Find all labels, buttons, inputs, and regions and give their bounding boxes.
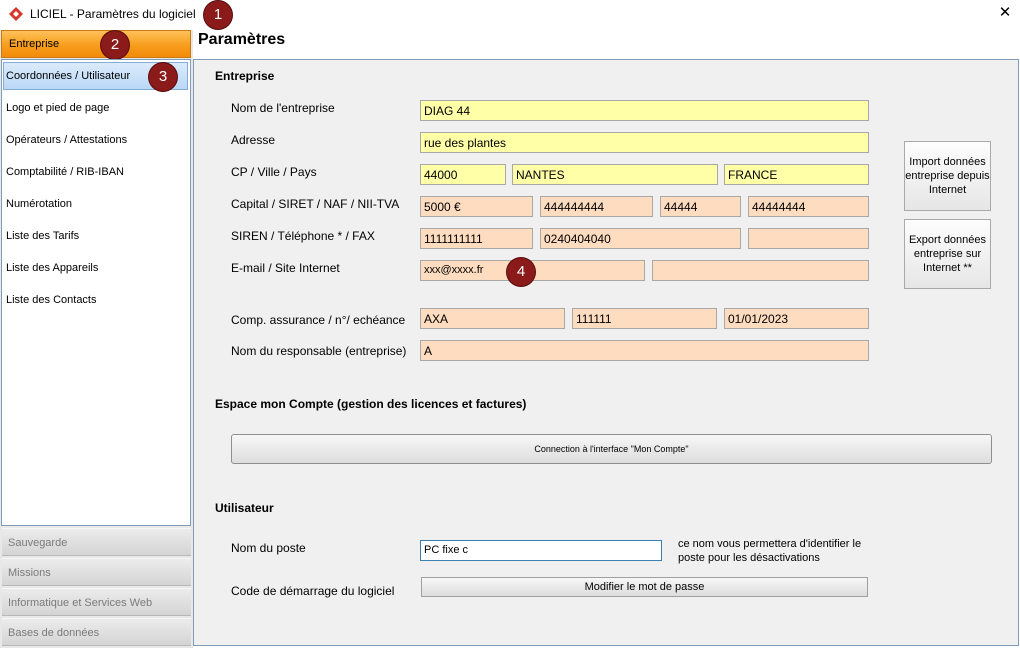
export-company-button[interactable]: Export données entreprise sur Internet *… [904, 219, 991, 289]
window-title: LICIEL - Paramètres du logiciel [30, 7, 196, 21]
label-cp-city-country: CP / Ville / Pays [231, 165, 317, 179]
sidebar-section-sauvegarde[interactable]: Sauvegarde [2, 528, 191, 556]
step-badge: 4 [507, 258, 535, 286]
import-company-button[interactable]: Import données entreprise depuis Interne… [904, 141, 991, 211]
close-icon[interactable]: ✕ [996, 4, 1014, 22]
address-field[interactable]: rue des plantes [420, 132, 869, 153]
capital-field[interactable]: 5000 € [420, 196, 533, 217]
change-password-button[interactable]: Modifier le mot de passe [421, 577, 868, 597]
naf-field[interactable]: 44444 [660, 196, 741, 217]
sidebar-section-entreprise[interactable]: Entreprise [1, 30, 191, 58]
website-field[interactable] [652, 260, 869, 281]
step-badge: 3 [149, 63, 177, 91]
connect-account-button[interactable]: Connection à l'interface "Mon Compte" [231, 434, 992, 464]
company-name-field[interactable]: DIAG 44 [420, 100, 869, 121]
tva-field[interactable]: 44444444 [748, 196, 869, 217]
country-field[interactable]: FRANCE [724, 164, 869, 185]
sidebar-item-logo[interactable]: Logo et pied de page [6, 102, 109, 114]
postal-code-field[interactable]: 44000 [420, 164, 506, 185]
sidebar-nav-panel [1, 59, 191, 526]
insurer-field[interactable]: AXA [420, 308, 565, 329]
sidebar-section-missions[interactable]: Missions [2, 558, 191, 586]
label-insurance: Comp. assurance / n°/ echéance [231, 313, 406, 327]
step-badge: 2 [101, 31, 129, 59]
sidebar-item-comptabilite[interactable]: Comptabilité / RIB-IBAN [6, 166, 124, 178]
section-title-entreprise: Entreprise [215, 69, 275, 83]
sidebar-item-operateurs[interactable]: Opérateurs / Attestations [6, 134, 127, 146]
manager-field[interactable]: A [420, 340, 869, 361]
label-email-website: E-mail / Site Internet [231, 261, 340, 275]
sidebar-item-tarifs[interactable]: Liste des Tarifs [6, 230, 79, 242]
label-company-name: Nom de l'entreprise [231, 101, 335, 115]
expiry-date-field[interactable]: 01/01/2023 [724, 308, 869, 329]
label-address: Adresse [231, 133, 276, 147]
workstation-hint: ce nom vous permettera d'identifier le p… [678, 538, 862, 564]
fax-field[interactable] [748, 228, 869, 249]
step-badge: 1 [204, 1, 232, 29]
workstation-name-input[interactable]: PC fixe c [420, 540, 662, 561]
page-title: Paramètres [198, 31, 286, 48]
sidebar-item-coordonnees[interactable]: Coordonnées / Utilisateur [6, 70, 130, 82]
label-siren-phone-fax: SIREN / Téléphone * / FAX [231, 229, 375, 243]
city-field[interactable]: NANTES [512, 164, 718, 185]
siren-field[interactable]: 1111111111 [420, 228, 533, 249]
sidebar-section-bases[interactable]: Bases de données [2, 618, 191, 646]
label-startup-code: Code de démarrage du logiciel [231, 584, 395, 598]
label-workstation: Nom du poste [231, 541, 306, 555]
sidebar-item-numerotation[interactable]: Numérotation [6, 198, 72, 210]
siret-field[interactable]: 444444444 [540, 196, 653, 217]
section-title-user: Utilisateur [215, 501, 274, 515]
label-capital-siret: Capital / SIRET / NAF / NII-TVA [231, 197, 400, 211]
sidebar-item-appareils[interactable]: Liste des Appareils [6, 262, 98, 274]
label-manager: Nom du responsable (entreprise) [231, 344, 407, 358]
sidebar-item-contacts[interactable]: Liste des Contacts [6, 294, 97, 306]
sidebar-section-informatique[interactable]: Informatique et Services Web [2, 588, 191, 616]
policy-number-field[interactable]: 111111 [572, 308, 717, 329]
section-title-account: Espace mon Compte (gestion des licences … [215, 397, 527, 411]
liciel-logo-icon [9, 7, 23, 21]
phone-field[interactable]: 0240404040 [540, 228, 741, 249]
